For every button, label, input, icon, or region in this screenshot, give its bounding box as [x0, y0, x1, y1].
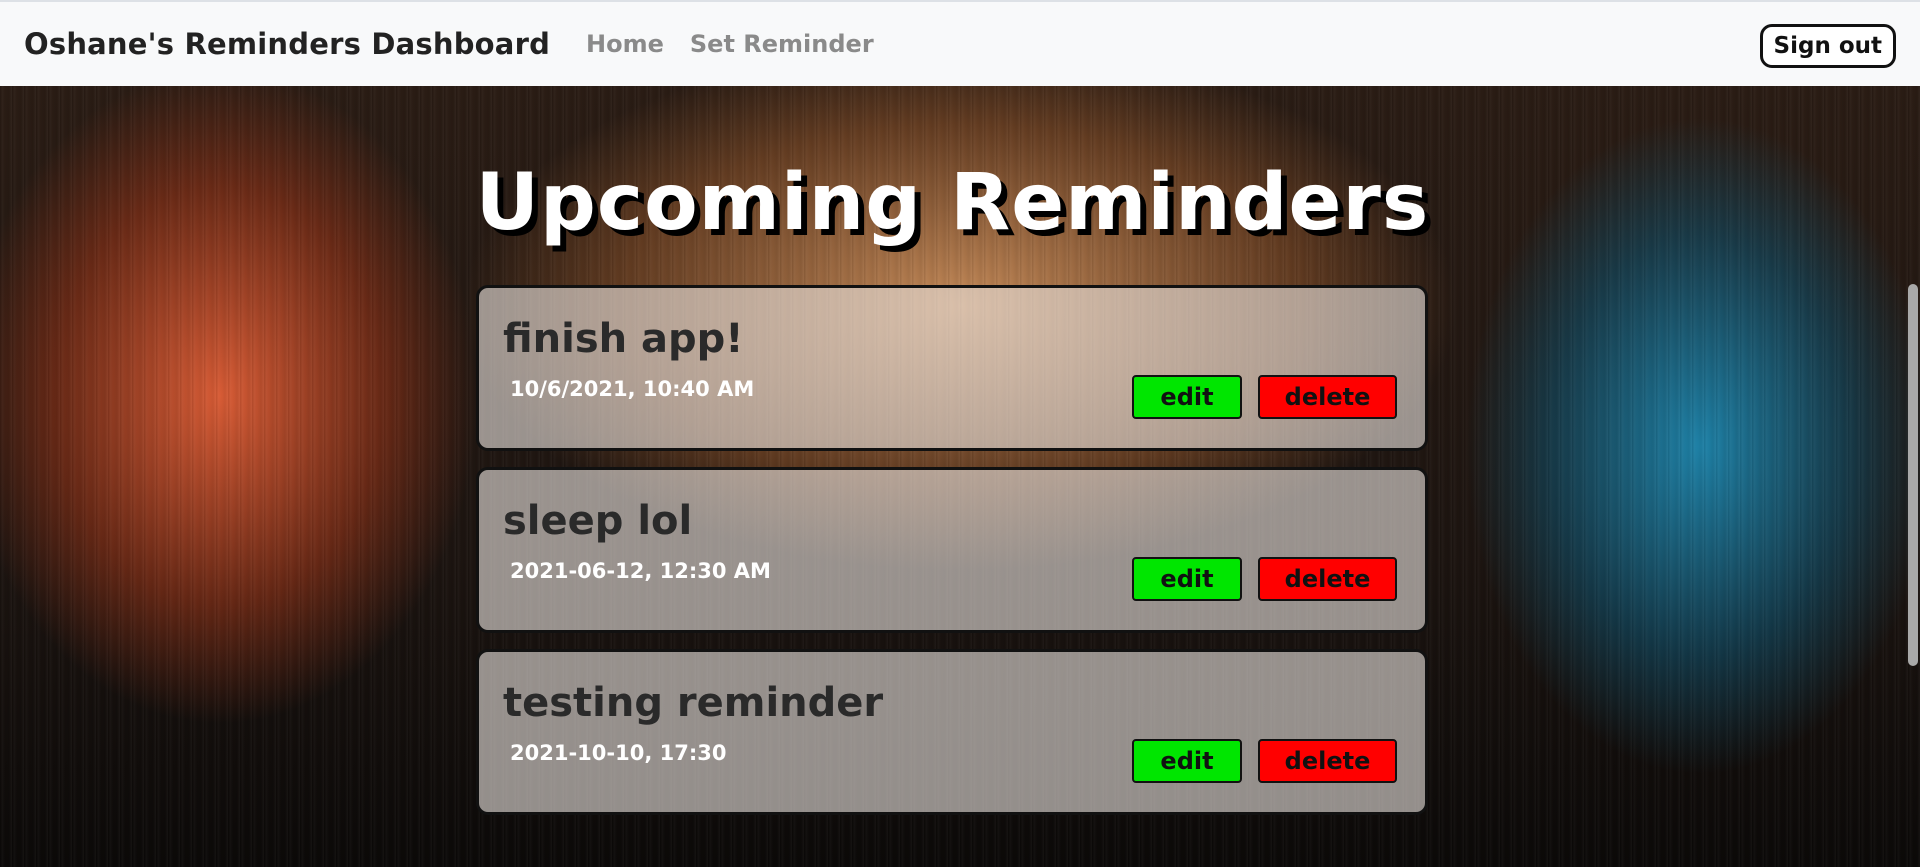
delete-button[interactable]: delete: [1258, 375, 1397, 419]
reminder-card: sleep lol 2021-06-12, 12:30 AM edit dele…: [476, 467, 1428, 633]
edit-button[interactable]: edit: [1132, 739, 1242, 783]
reminder-title: sleep lol: [503, 498, 693, 544]
brand-title[interactable]: Oshane's Reminders Dashboard: [24, 27, 550, 61]
reminder-card: testing reminder 2021-10-10, 17:30 edit …: [476, 649, 1428, 815]
edit-button[interactable]: edit: [1132, 375, 1242, 419]
edit-button[interactable]: edit: [1132, 557, 1242, 601]
reminder-date: 10/6/2021, 10:40 AM: [510, 377, 755, 401]
page-title: Upcoming Reminders: [475, 158, 1430, 248]
reminder-date: 2021-06-12, 12:30 AM: [510, 559, 771, 583]
nav-links: Home Set Reminder: [586, 30, 900, 58]
scrollbar-thumb[interactable]: [1908, 284, 1918, 666]
reminder-list[interactable]: finish app! 10/6/2021, 10:40 AM edit del…: [476, 285, 1428, 867]
sign-out-button[interactable]: Sign out: [1759, 24, 1896, 68]
reminder-title: testing reminder: [503, 680, 884, 726]
delete-button[interactable]: delete: [1258, 739, 1397, 783]
main-content: Upcoming Reminders finish app! 10/6/2021…: [0, 86, 1920, 867]
top-navbar: Oshane's Reminders Dashboard Home Set Re…: [0, 0, 1920, 86]
reminder-title: finish app!: [503, 316, 744, 362]
nav-link-set-reminder[interactable]: Set Reminder: [690, 30, 874, 58]
reminder-date: 2021-10-10, 17:30: [510, 741, 727, 765]
reminder-card: finish app! 10/6/2021, 10:40 AM edit del…: [476, 285, 1428, 451]
nav-link-home[interactable]: Home: [586, 30, 664, 58]
delete-button[interactable]: delete: [1258, 557, 1397, 601]
